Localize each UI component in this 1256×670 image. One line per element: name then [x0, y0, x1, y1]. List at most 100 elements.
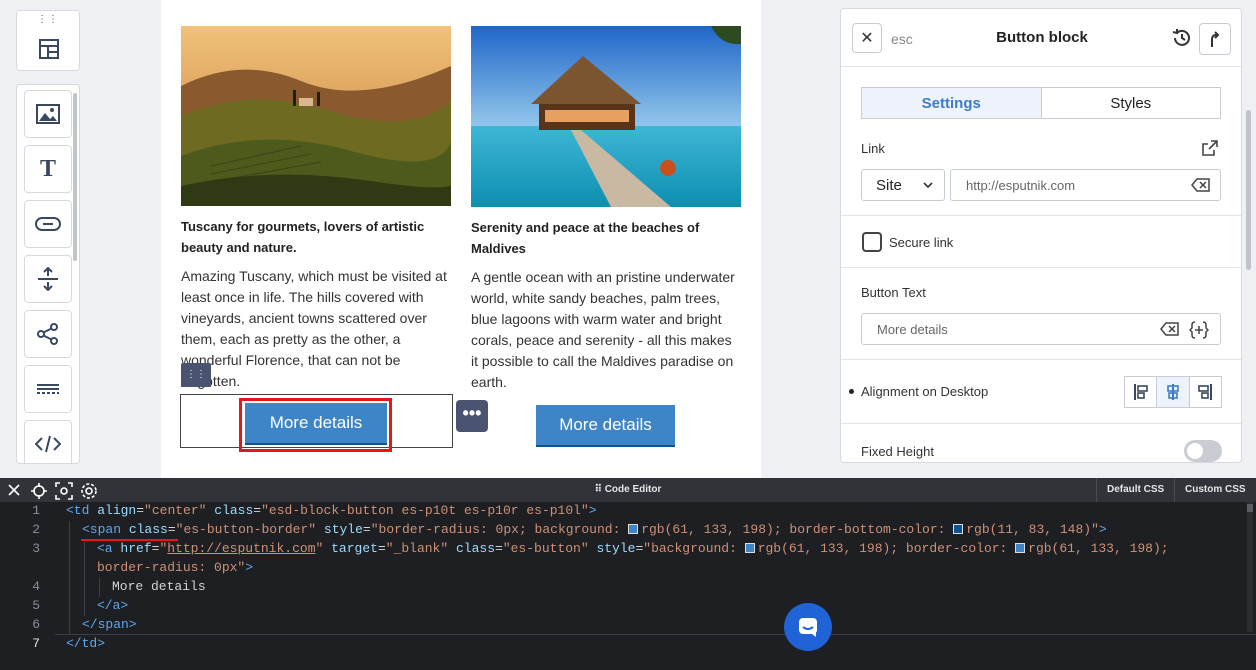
- line-number: 4: [32, 579, 40, 594]
- code-editor-toolbar: ⠿ Code Editor Default CSS Custom CSS: [0, 478, 1256, 502]
- card-tuscany[interactable]: Tuscany for gourmets, lovers of artistic…: [181, 26, 451, 392]
- block-drag-handle[interactable]: ⋮⋮: [181, 363, 211, 387]
- spacer-icon: [38, 267, 58, 291]
- color-swatch[interactable]: [628, 524, 639, 534]
- divider-block-button[interactable]: [24, 365, 72, 413]
- section-divider: [841, 359, 1241, 360]
- code-line-7[interactable]: </td>: [66, 636, 105, 651]
- button-block-button[interactable]: [24, 200, 72, 248]
- chevron-down-icon: [923, 182, 933, 189]
- code-line-3[interactable]: <a href="http://esputnik.com" target="_b…: [97, 541, 1169, 556]
- chat-widget-button[interactable]: [784, 603, 832, 651]
- tab-styles[interactable]: Styles: [1042, 88, 1221, 118]
- link-url-input[interactable]: http://esputnik.com: [950, 169, 1221, 201]
- line-number: 7: [32, 636, 40, 651]
- toggle-knob: [1187, 443, 1203, 459]
- divider-icon: [37, 384, 59, 394]
- link-type-value: Site: [876, 176, 902, 194]
- secure-link-checkbox[interactable]: [862, 232, 882, 252]
- code-editor-title: ⠿ Code Editor: [594, 484, 662, 495]
- alignment-group: [1124, 376, 1222, 408]
- bullet-dot: [849, 389, 854, 394]
- merge-tag-icon[interactable]: [1189, 320, 1209, 340]
- section-divider: [841, 215, 1241, 216]
- color-swatch[interactable]: [1015, 543, 1026, 553]
- tab-settings[interactable]: Settings: [862, 88, 1042, 118]
- highlight-underline: [81, 539, 178, 541]
- select-parent-button[interactable]: [1199, 23, 1231, 55]
- code-icon: [35, 435, 61, 453]
- button-text-label: Button Text: [861, 285, 926, 300]
- toolbar-grip-icon[interactable]: ⋮⋮: [17, 15, 79, 25]
- custom-css-tab[interactable]: Custom CSS: [1174, 478, 1256, 502]
- code-line-5[interactable]: </a>: [97, 598, 128, 613]
- clear-input-icon[interactable]: [1160, 321, 1180, 337]
- code-line-4[interactable]: More details: [112, 579, 206, 594]
- settings-panel: ✕ esc Button block Settings Styles Link …: [840, 8, 1242, 463]
- indent-guide: [99, 578, 100, 597]
- share-icon: [37, 323, 58, 345]
- color-swatch[interactable]: [744, 543, 755, 553]
- align-center-icon: [1167, 384, 1179, 400]
- code-line-3-wrap[interactable]: border-radius: 0px">: [97, 560, 253, 575]
- button-text-input[interactable]: More details: [861, 313, 1221, 345]
- more-details-button-2[interactable]: More details: [536, 405, 675, 447]
- image-block-button[interactable]: [24, 90, 72, 138]
- alignment-label: Alignment on Desktop: [861, 384, 989, 399]
- html-block-button[interactable]: [24, 420, 72, 463]
- button-text-value: More details: [877, 321, 948, 337]
- fixed-height-toggle[interactable]: [1184, 440, 1222, 462]
- current-line-marker: [55, 634, 1256, 635]
- image-icon: [36, 104, 60, 124]
- section-divider: [841, 267, 1241, 268]
- link-type-select[interactable]: Site: [861, 169, 945, 201]
- panel-scrollbar[interactable]: [1246, 110, 1251, 270]
- toolbar-scrollbar[interactable]: [73, 93, 77, 261]
- link-url-placeholder: http://esputnik.com: [966, 177, 1076, 193]
- code-line-6[interactable]: </span>: [82, 617, 137, 632]
- line-number-gutter: 1 2 3 4 5 6 7: [0, 502, 55, 670]
- social-block-button[interactable]: [24, 310, 72, 358]
- arrow-up-icon: [1211, 31, 1220, 47]
- card2-text[interactable]: A gentle ocean with an pristine underwat…: [471, 267, 741, 393]
- panel-header: ✕ esc Button block: [841, 9, 1241, 67]
- external-link-icon[interactable]: [1201, 139, 1219, 162]
- align-left-button[interactable]: [1125, 377, 1158, 407]
- email-canvas: Tuscany for gourmets, lovers of artistic…: [161, 0, 761, 478]
- line-number: 5: [32, 598, 40, 613]
- clear-input-icon[interactable]: [1191, 177, 1211, 193]
- tuscany-photo[interactable]: [181, 26, 451, 206]
- color-swatch[interactable]: [953, 524, 964, 534]
- align-right-icon: [1198, 384, 1213, 400]
- link-label: Link: [861, 141, 885, 156]
- structures-icon[interactable]: [37, 37, 61, 66]
- text-icon: T: [39, 155, 56, 182]
- editor-scrollbar[interactable]: [1244, 502, 1256, 632]
- structures-toolbar: ⋮⋮: [16, 10, 80, 71]
- align-right-button[interactable]: [1190, 377, 1221, 407]
- fixed-height-label: Fixed Height: [861, 444, 934, 459]
- button-icon: [35, 217, 61, 231]
- code-line-2[interactable]: <span class="es-button-border" style="bo…: [82, 522, 1107, 537]
- align-left-icon: [1133, 384, 1148, 400]
- block-more-options-button[interactable]: •••: [456, 400, 488, 432]
- default-css-tab[interactable]: Default CSS: [1096, 478, 1174, 502]
- section-divider: [841, 423, 1241, 424]
- history-icon[interactable]: [1171, 27, 1193, 54]
- line-number: 3: [32, 541, 40, 556]
- text-block-button[interactable]: T: [24, 145, 72, 193]
- maldives-photo[interactable]: [471, 26, 741, 207]
- line-number: 2: [32, 522, 40, 537]
- spacer-block-button[interactable]: [24, 255, 72, 303]
- card-maldives[interactable]: Serenity and peace at the beaches of Mal…: [471, 26, 741, 393]
- highlight-box: [239, 398, 392, 452]
- card1-title[interactable]: Tuscany for gourmets, lovers of artistic…: [181, 216, 451, 258]
- chat-icon: [799, 618, 817, 637]
- card2-title[interactable]: Serenity and peace at the beaches of Mal…: [471, 217, 741, 259]
- line-number: 1: [32, 503, 40, 518]
- align-center-button[interactable]: [1157, 377, 1190, 407]
- indent-guide: [69, 521, 70, 635]
- code-line-1[interactable]: <td align="center" class="esd-block-butt…: [66, 503, 597, 518]
- card1-text[interactable]: Amazing Tuscany, which must be visited a…: [181, 266, 451, 392]
- blocks-toolbar: T: [16, 84, 80, 464]
